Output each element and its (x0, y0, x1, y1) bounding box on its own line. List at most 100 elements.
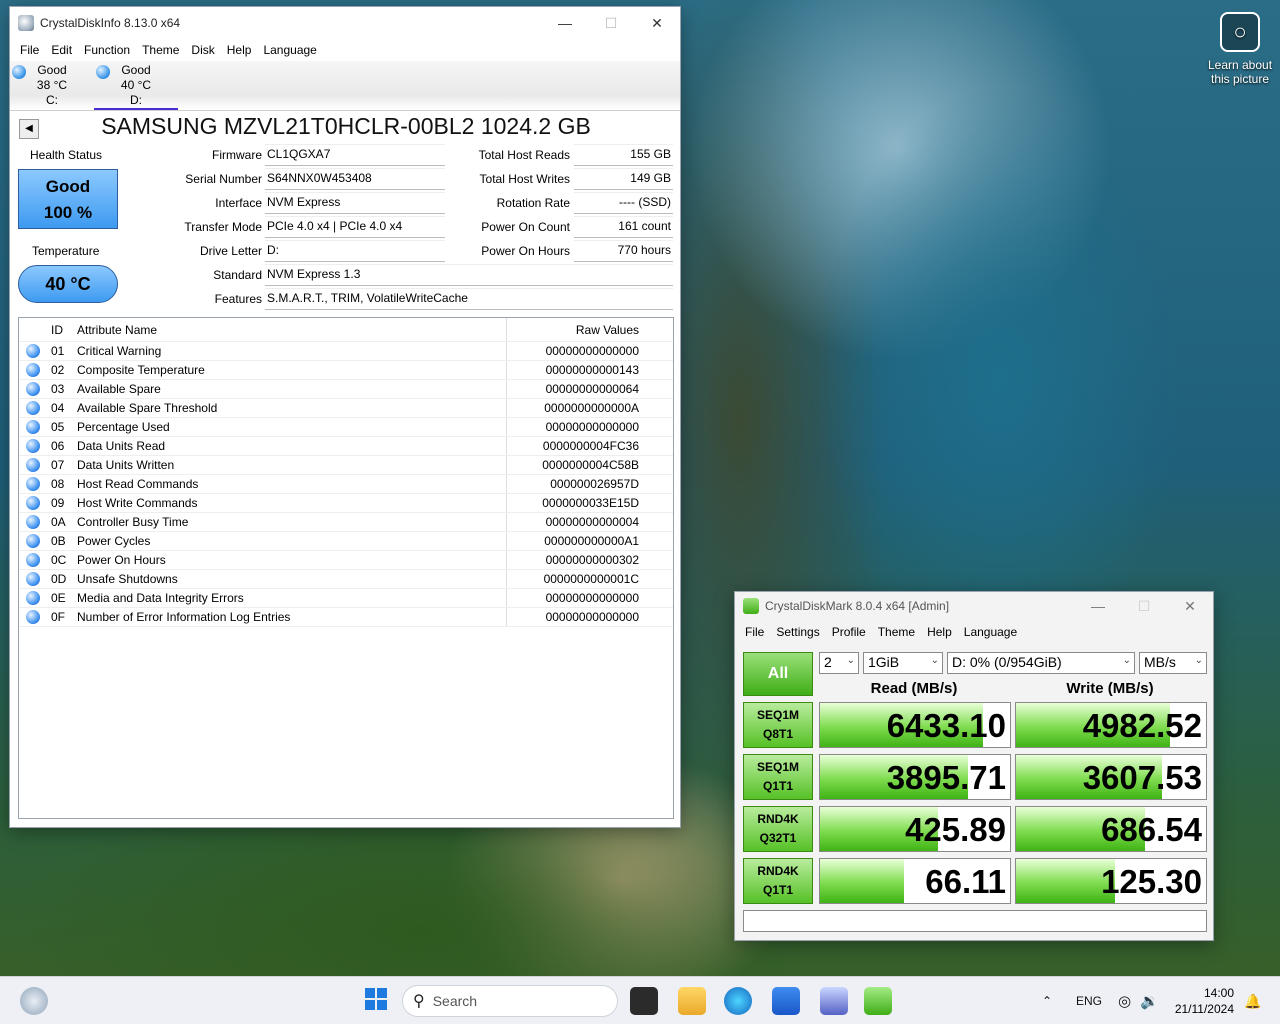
store-icon[interactable] (772, 987, 800, 1015)
table-row[interactable]: 04 Available Spare Threshold 0000000000000… (19, 399, 673, 418)
drive-tab-d[interactable]: Good 40 °C D: (94, 61, 178, 110)
target-drive-select[interactable]: D: 0% (0/954GiB) ⌄ (947, 652, 1135, 674)
table-row[interactable]: 06 Data Units Read 0000000004FC36 (19, 437, 673, 456)
firmware-label: Firmware (212, 148, 262, 162)
attribute-id: 04 (51, 401, 65, 415)
task-view-icon[interactable] (630, 987, 658, 1015)
test-count-select[interactable]: 2 ⌄ (819, 652, 859, 674)
menu-file[interactable]: File (14, 43, 45, 57)
clock-date: 21/11/2024 (1174, 1002, 1234, 1016)
test-button[interactable]: RND4K Q1T1 (743, 858, 813, 904)
table-row[interactable]: 09 Host Write Commands 0000000033E15D (19, 494, 673, 513)
test-size-select[interactable]: 1GiB ⌄ (863, 652, 943, 674)
table-row[interactable]: 0D Unsafe Shutdowns 0000000000001C (19, 570, 673, 589)
table-row[interactable]: 07 Data Units Written 0000000004C58B (19, 456, 673, 475)
cdm-titlebar[interactable]: CrystalDiskMark 8.0.4 x64 [Admin] — ☐ ✕ (735, 592, 1213, 620)
close-icon[interactable]: ✕ (1167, 592, 1213, 620)
test-name: RND4K (757, 812, 799, 826)
attribute-raw-value: 000000000000A1 (544, 534, 639, 548)
crystaldiskinfo-taskbar-icon[interactable] (820, 987, 848, 1015)
run-all-button[interactable]: All (743, 652, 813, 696)
drive-d-letter: D: (130, 93, 142, 107)
attribute-name: Media and Data Integrity Errors (75, 589, 507, 607)
edge-browser-icon[interactable] (724, 987, 752, 1015)
taskbar-search-box[interactable]: ⚲ Search (402, 985, 618, 1017)
disk-model-title: SAMSUNG MZVL21T0HCLR-00BL2 1024.2 GB (101, 113, 591, 139)
crystaldiskmark-taskbar-icon[interactable] (864, 987, 892, 1015)
table-row[interactable]: 01 Critical Warning 00000000000000 (19, 342, 673, 361)
temperature-label: Temperature (32, 244, 100, 258)
interface-label: Interface (215, 196, 262, 210)
menu-edit[interactable]: Edit (45, 43, 78, 57)
table-row[interactable]: 02 Composite Temperature 00000000000143 (19, 361, 673, 380)
test-queue: Q1T1 (762, 779, 793, 793)
attribute-id: 0C (51, 553, 67, 567)
read-result: 3895.71 (819, 754, 1011, 800)
file-explorer-icon[interactable] (678, 987, 706, 1015)
health-status-icon (96, 65, 110, 79)
table-row[interactable]: 0E Media and Data Integrity Errors 0000000… (19, 589, 673, 608)
input-language-indicator[interactable]: ENG (1076, 977, 1102, 1024)
attribute-name: Percentage Used (75, 418, 507, 436)
table-row[interactable]: 0B Power Cycles 000000000000A1 (19, 532, 673, 551)
unit-select[interactable]: MB/s ⌄ (1139, 652, 1207, 674)
write-result-value: 4982.52 (1082, 707, 1202, 744)
minimize-icon[interactable]: — (542, 7, 588, 39)
attribute-name-column-header[interactable]: Attribute Name (75, 318, 507, 341)
start-icon[interactable] (362, 987, 390, 1015)
menu-language[interactable]: Language (958, 625, 1023, 639)
attribute-raw-value: 000000026957D (550, 477, 639, 491)
maximize-icon[interactable]: ☐ (588, 7, 634, 39)
menu-file[interactable]: File (739, 625, 770, 639)
menu-help[interactable]: Help (921, 625, 958, 639)
test-size-value: 1GiB (868, 654, 900, 670)
network-icon[interactable]: ◎ (1118, 977, 1131, 1024)
menu-settings[interactable]: Settings (770, 625, 825, 639)
cdm-window-title: CrystalDiskMark 8.0.4 x64 [Admin] (765, 599, 950, 613)
menu-language[interactable]: Language (257, 43, 322, 57)
raw-values-column-header[interactable]: Raw Values (507, 323, 643, 337)
notification-bell-icon[interactable]: 🔔 (1244, 977, 1261, 1024)
rotation-rate-value: ---- (SSD) (574, 192, 673, 214)
smart-attribute-table[interactable]: ID Attribute Name Raw Values 01 Critical … (18, 317, 674, 819)
minimize-icon[interactable]: — (1075, 592, 1121, 620)
drive-tab-c[interactable]: Good 38 °C C: (10, 61, 94, 110)
system-clock[interactable]: 14:00 21/11/2024 (1170, 985, 1234, 1017)
test-queue: Q1T1 (762, 883, 793, 897)
write-result-value: 3607.53 (1082, 759, 1202, 796)
table-row[interactable]: 03 Available Spare 00000000000064 (19, 380, 673, 399)
test-queue: Q32T1 (759, 831, 797, 845)
transfer-mode-value: PCIe 4.0 x4 | PCIe 4.0 x4 (265, 216, 445, 238)
close-icon[interactable]: ✕ (634, 7, 680, 39)
cdm-menubar: File Settings Profile Theme Help Languag… (735, 620, 1213, 644)
table-row[interactable]: 0C Power On Hours 00000000000302 (19, 551, 673, 570)
test-button[interactable]: RND4K Q32T1 (743, 806, 813, 852)
transfer-mode-label: Transfer Mode (184, 220, 262, 234)
test-button[interactable]: SEQ1M Q1T1 (743, 754, 813, 800)
show-hidden-icons-chevron-icon[interactable]: ⌃ (1042, 977, 1052, 1024)
cdi-titlebar[interactable]: CrystalDiskInfo 8.13.0 x64 — ☐ ✕ (10, 7, 680, 39)
windows-logo-icon (365, 988, 387, 1010)
widgets-icon[interactable] (20, 987, 48, 1015)
menu-help[interactable]: Help (221, 43, 258, 57)
chevron-down-icon: ⌄ (1122, 655, 1131, 666)
menu-theme[interactable]: Theme (136, 43, 185, 57)
attribute-name: Controller Busy Time (75, 513, 507, 531)
learn-about-picture-label: Learn about this picture (1207, 58, 1273, 86)
learn-about-picture[interactable]: ○ Learn about this picture (1204, 12, 1276, 86)
table-row[interactable]: 05 Percentage Used 00000000000000 (19, 418, 673, 437)
test-button[interactable]: SEQ1M Q8T1 (743, 702, 813, 748)
table-row[interactable]: 0A Controller Busy Time 00000000000004 (19, 513, 673, 532)
id-column-header[interactable]: ID (47, 323, 75, 337)
attribute-id: 05 (51, 420, 65, 434)
volume-icon[interactable]: 🔉 (1140, 977, 1159, 1024)
menu-theme[interactable]: Theme (872, 625, 921, 639)
attribute-name: Critical Warning (75, 342, 507, 360)
menu-profile[interactable]: Profile (826, 625, 872, 639)
table-row[interactable]: 0F Number of Error Information Log Entrie… (19, 608, 673, 627)
attribute-raw-value: 0000000000001C (543, 572, 639, 586)
menu-function[interactable]: Function (78, 43, 136, 57)
maximize-icon[interactable]: ☐ (1121, 592, 1167, 620)
menu-disk[interactable]: Disk (185, 43, 220, 57)
table-row[interactable]: 08 Host Read Commands 000000026957D (19, 475, 673, 494)
